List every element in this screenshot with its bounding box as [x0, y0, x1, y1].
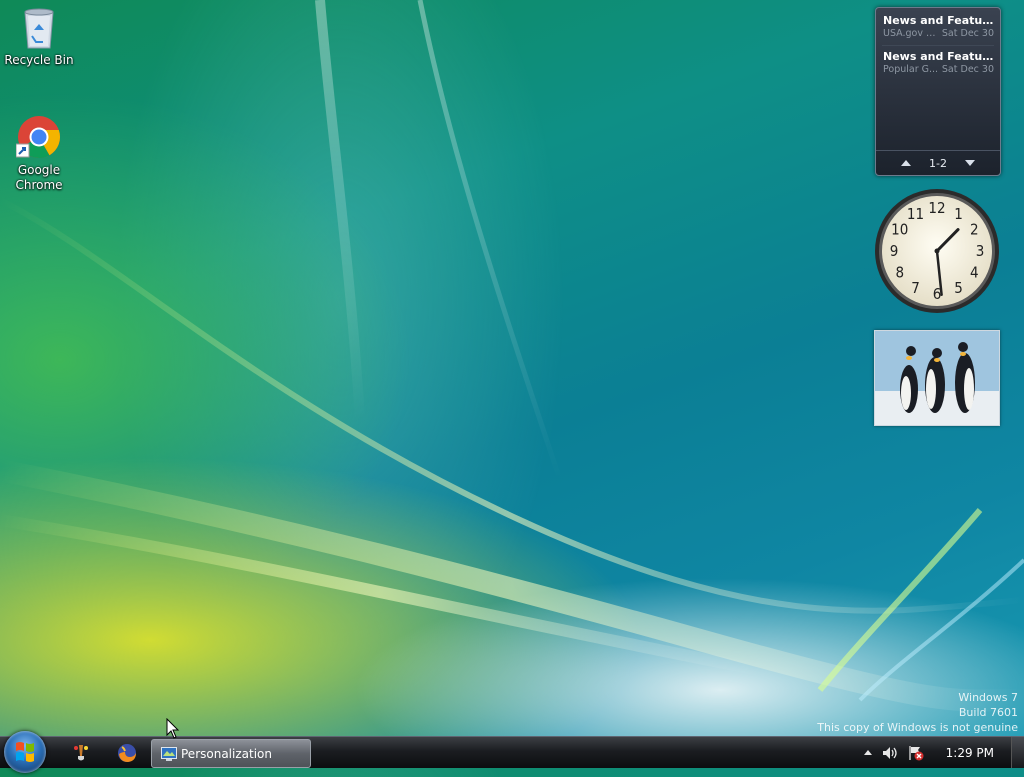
watermark-line-1: Windows 7 — [958, 691, 1018, 704]
show-desktop-button[interactable] — [1011, 737, 1024, 768]
chrome-label: Google Chrome — [15, 163, 63, 192]
personalization-icon — [161, 746, 177, 761]
feed-item-title: News and Features f... — [883, 14, 994, 27]
watermark-line-2: Build 7601 — [958, 706, 1018, 719]
windows-watermark: Windows 7 Build 7601 This copy of Window… — [817, 690, 1018, 735]
recycle-bin-label: Recycle Bin — [4, 53, 74, 67]
firefox-icon[interactable] — [116, 742, 138, 764]
paint-icon[interactable] — [70, 742, 92, 764]
action-center-icon[interactable] — [908, 745, 924, 761]
clock-numeral: 1 — [954, 205, 963, 223]
tray-clock[interactable]: 1:29 PM — [946, 746, 994, 760]
wallpaper-art — [0, 0, 1024, 712]
feed-item-source: USA.gov U... — [883, 28, 939, 39]
taskbar: Personalization 1:29 PM — [0, 731, 1024, 773]
slideshow-gadget[interactable] — [874, 330, 1000, 426]
previous-arrow-icon[interactable] — [901, 160, 912, 166]
feed-item-date: Sat Dec 30 — [941, 28, 994, 39]
next-arrow-icon[interactable] — [964, 160, 975, 166]
feed-item[interactable]: News and Features f... USA.gov U... Sat … — [876, 8, 1000, 41]
system-tray: 1:29 PM — [863, 737, 1008, 768]
penguins-photo — [875, 331, 999, 425]
volume-icon[interactable] — [882, 746, 898, 760]
feed-pager: 1-2 — [876, 150, 1000, 175]
clock-numeral: 10 — [891, 221, 908, 239]
mouse-cursor-icon — [166, 718, 180, 739]
clock-numeral: 11 — [907, 205, 924, 223]
windows-logo-icon — [16, 742, 34, 762]
clock-gadget[interactable]: 12 1234567891011 — [874, 188, 1000, 314]
clock-numeral: 8 — [895, 264, 904, 282]
clock-pivot — [934, 248, 940, 254]
start-button[interactable] — [4, 731, 46, 773]
clock-numeral: 3 — [976, 242, 985, 260]
feed-item-source: Popular G... — [883, 64, 939, 75]
feed-headlines-gadget[interactable]: News and Features f... USA.gov U... Sat … — [875, 7, 1001, 176]
clock-numeral: 9 — [890, 242, 899, 260]
chrome-icon — [16, 116, 61, 159]
clock-numeral: 5 — [954, 279, 963, 297]
feed-page-indicator: 1-2 — [929, 156, 947, 170]
taskbar-button-personalization[interactable]: Personalization — [151, 739, 311, 768]
feed-item-date: Sat Dec 30 — [941, 64, 994, 75]
clock-numeral: 12 — [928, 199, 945, 217]
watermark-line-3: This copy of Windows is not genuine — [817, 721, 1018, 734]
clock-numeral: 4 — [970, 264, 979, 282]
clock-numeral: 2 — [970, 221, 979, 239]
show-hidden-icons-icon[interactable] — [863, 750, 872, 755]
desktop-icon-recycle-bin[interactable]: Recycle Bin — [1, 6, 77, 68]
taskbar-button-label: Personalization — [181, 746, 272, 761]
clock-numeral: 7 — [911, 279, 920, 297]
recycle-bin-icon — [24, 8, 54, 49]
feed-item[interactable]: News and Feature... Popular G... Sat Dec… — [876, 46, 1000, 77]
desktop-icon-google-chrome[interactable]: Google Chrome — [1, 114, 77, 193]
feed-item-title: News and Feature... — [883, 50, 994, 63]
